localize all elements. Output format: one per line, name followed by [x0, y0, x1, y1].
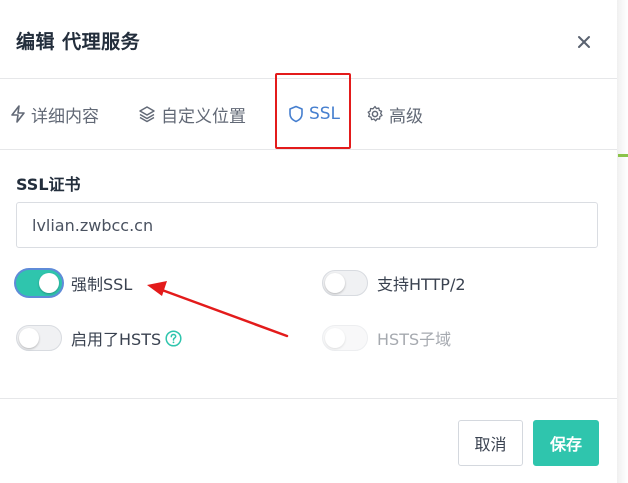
hsts-toggle[interactable]: 启用了HSTS — [16, 325, 182, 351]
edit-proxy-host-modal: 编辑 代理服务 详细内容 自定义位置 SSL 高级 SSL证书 lvlian.z… — [0, 0, 617, 483]
modal-footer: 取消 保存 — [0, 398, 617, 483]
active-tab-indicator — [286, 147, 342, 149]
close-icon — [578, 36, 590, 48]
hsts-label: 启用了HSTS — [71, 330, 162, 349]
tab-advanced-label: 高级 — [389, 106, 423, 127]
http2-label: 支持HTTP/2 — [377, 275, 466, 294]
modal-header: 编辑 代理服务 — [0, 0, 617, 79]
cancel-button[interactable]: 取消 — [458, 420, 523, 466]
http2-support-toggle[interactable]: 支持HTTP/2 — [322, 270, 466, 296]
force-ssl-toggle[interactable]: 强制SSL — [16, 270, 132, 296]
background-accent-line — [618, 154, 628, 157]
shield-icon — [288, 105, 304, 123]
modal-title: 编辑 代理服务 — [16, 31, 141, 53]
tab-details[interactable]: 详细内容 — [10, 79, 99, 149]
lightning-icon — [10, 105, 26, 123]
close-button[interactable] — [570, 28, 598, 56]
http2-switch[interactable] — [322, 270, 368, 296]
force-ssl-label: 强制SSL — [71, 275, 133, 294]
switch-knob — [39, 273, 59, 293]
hsts-subdomains-toggle: HSTS子域 — [322, 325, 451, 351]
switch-knob — [325, 273, 345, 293]
force-ssl-switch[interactable] — [16, 270, 62, 296]
hsts-subdomains-label: HSTS子域 — [377, 330, 452, 349]
switch-knob — [325, 328, 345, 348]
help-circle-icon[interactable] — [165, 329, 182, 347]
save-button[interactable]: 保存 — [533, 420, 599, 466]
background-page-edge — [617, 0, 628, 483]
hsts-subdomains-switch — [322, 325, 368, 351]
tab-ssl[interactable]: SSL — [276, 79, 352, 149]
switch-knob — [19, 328, 39, 348]
ssl-certificate-select[interactable] — [16, 202, 598, 248]
tab-custom-locations[interactable]: 自定义位置 — [138, 79, 246, 149]
page: 编辑 代理服务 详细内容 自定义位置 SSL 高级 SSL证书 lvlian.z… — [0, 0, 628, 483]
hsts-switch[interactable] — [16, 325, 62, 351]
tab-details-label: 详细内容 — [31, 106, 99, 127]
layers-icon — [138, 105, 156, 123]
ssl-tab-content: SSL证书 强制SSL 支持HTTP/2 启用了HSTS — [0, 150, 617, 398]
tab-advanced[interactable]: 高级 — [366, 79, 423, 149]
gear-icon — [366, 105, 384, 123]
tab-ssl-label: SSL — [308, 104, 341, 124]
tab-custom-locations-label: 自定义位置 — [161, 106, 246, 127]
ssl-certificate-label: SSL证书 — [16, 175, 81, 194]
modal-tabs: 详细内容 自定义位置 SSL 高级 — [0, 79, 617, 150]
